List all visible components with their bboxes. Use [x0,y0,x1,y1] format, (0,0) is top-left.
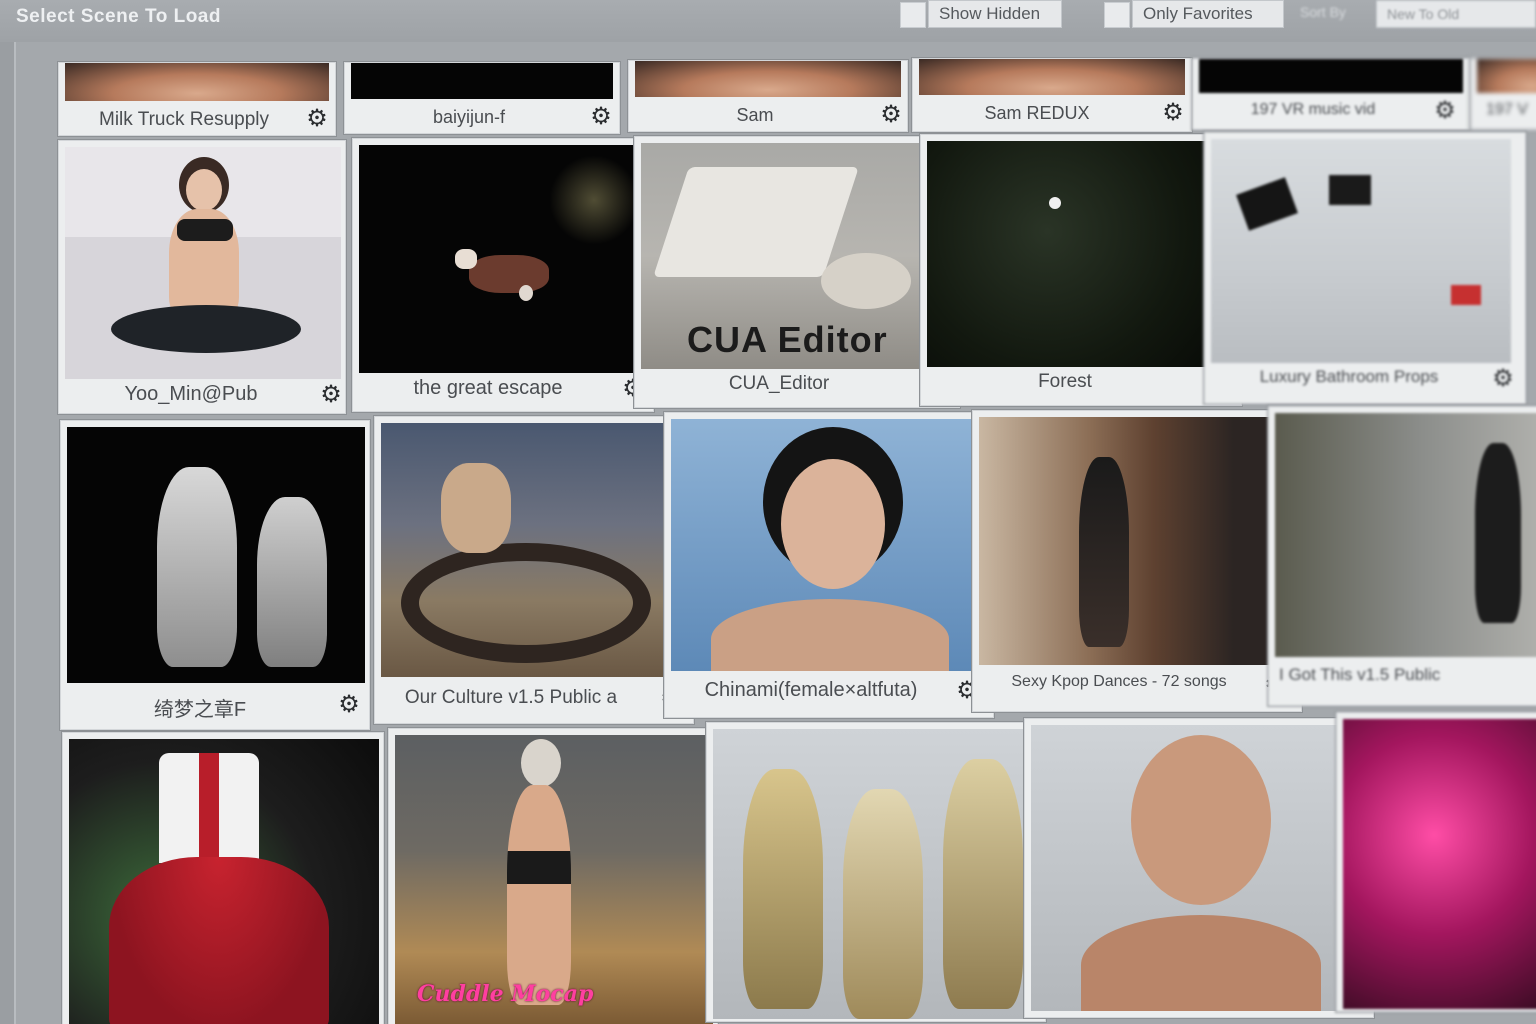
scene-browser-window: Select Scene To Load Show Hidden Only Fa… [0,0,1536,1024]
scene-tile[interactable]: Cuddle Mocap [388,728,718,1024]
scene-thumbnail [67,427,365,683]
scene-title: Forest [1038,371,1092,392]
scene-tile[interactable] [1024,718,1374,1018]
scene-title: Chinami(female×altfuta) [704,679,918,701]
scene-thumbnail [635,61,901,97]
scene-thumbnail [1211,139,1511,363]
gear-icon[interactable]: ⚙ [1433,99,1457,123]
show-hidden-button[interactable]: Show Hidden [928,0,1062,28]
scene-tile[interactable]: Luxury Bathroom Props ⚙ [1204,132,1526,404]
gear-icon[interactable]: ⚙ [305,107,329,131]
scene-thumbnail [919,59,1185,95]
scene-thumbnail [65,63,329,101]
gear-icon[interactable]: ⚙ [319,383,343,407]
scene-title: I Got This v1.5 Public [1279,665,1441,684]
scene-tile[interactable]: I Got This v1.5 Public [1268,406,1536,706]
scene-title: Sam REDUX [984,103,1090,123]
scene-thumbnail [1343,719,1536,1009]
scene-title: Sam [736,105,774,125]
scene-thumbnail: CUA Editor [641,143,943,369]
scene-grid-panel: Milk Truck Resupply ⚙ baiyijun-f ⚙ Sam ⚙… [14,42,1536,1024]
scene-thumbnail [1275,413,1536,657]
scene-tile[interactable]: Forest ⚙ [920,134,1242,406]
scene-thumbnail [359,145,649,373]
scene-tile[interactable]: Yoo_Min@Pub ⚙ [58,140,346,414]
scene-thumbnail [65,147,341,379]
scene-thumbnail [381,423,689,677]
gear-icon[interactable]: ⚙ [1491,367,1515,391]
scene-tile[interactable]: 197 V [1470,58,1536,130]
sort-by-label: Sort By [1300,4,1346,20]
scene-title: 197 V [1486,101,1528,118]
scene-thumbnail [713,729,1041,1019]
scene-tile[interactable]: baiyijun-f ⚙ [344,62,620,134]
scene-title: the great escape [413,377,563,399]
scene-title: baiyijun-f [432,107,506,127]
scene-title: Luxury Bathroom Props [1259,367,1439,386]
scene-thumbnail [927,141,1227,367]
scene-title: Milk Truck Resupply [99,109,269,130]
scene-thumbnail [69,739,379,1024]
scene-title: Our Culture v1.5 Public a [404,687,618,708]
scene-thumbnail [1031,725,1369,1011]
only-favorites-button[interactable]: Only Favorites [1132,0,1284,28]
thumbnail-overlay-text: CUA Editor [687,319,888,360]
scene-tile[interactable] [62,732,384,1024]
scene-tile[interactable]: the great escape ⚙ [352,138,654,412]
show-hidden-checkbox[interactable] [900,2,926,28]
scene-tile[interactable]: 197 VR music vid ⚙ [1192,58,1470,130]
scene-tile[interactable] [1336,712,1536,1012]
header-bar: Select Scene To Load Show Hidden Only Fa… [0,0,1536,42]
scene-tile[interactable]: Chinami(female×altfuta) ⚙ [664,412,994,718]
scene-thumbnail [351,63,613,99]
scene-title: 绮梦之章F [153,699,247,721]
scene-thumbnail [979,417,1297,665]
scene-thumbnail: Cuddle Mocap [395,735,713,1024]
scene-tile[interactable]: CUA Editor CUA_Editor ⚙ [634,136,960,408]
scene-title: Sexy Kpop Dances - 72 songs [1011,673,1227,690]
scene-tile[interactable]: Our Culture v1.5 Public a ⚙ [374,416,694,724]
sort-dropdown[interactable]: New To Old [1376,0,1536,28]
scene-title: CUA_Editor [728,373,830,394]
gear-icon[interactable]: ⚙ [337,693,361,717]
gear-icon[interactable]: ⚙ [1161,101,1185,125]
thumbnail-overlay-text: Cuddle Mocap [417,981,594,1007]
page-title: Select Scene To Load [16,6,221,27]
gear-icon[interactable]: ⚙ [589,105,613,129]
scene-tile[interactable]: 绮梦之章F ⚙ [60,420,370,730]
scene-thumbnail [1199,59,1463,93]
scene-thumbnail [1477,59,1536,93]
gear-icon[interactable]: ⚙ [879,103,903,127]
scene-tile[interactable]: Sam ⚙ [628,60,908,132]
scene-title: Yoo_Min@Pub [124,383,258,405]
scene-tile[interactable] [706,722,1046,1022]
scene-tile[interactable]: Sam REDUX ⚙ [912,58,1192,132]
scene-title: 197 VR music vid [1250,101,1376,118]
scene-thumbnail [671,419,989,671]
scene-tile[interactable]: Milk Truck Resupply ⚙ [58,62,336,136]
scene-tile[interactable]: Sexy Kpop Dances - 72 songs ⚙ [972,410,1302,712]
only-favorites-checkbox[interactable] [1104,2,1130,28]
